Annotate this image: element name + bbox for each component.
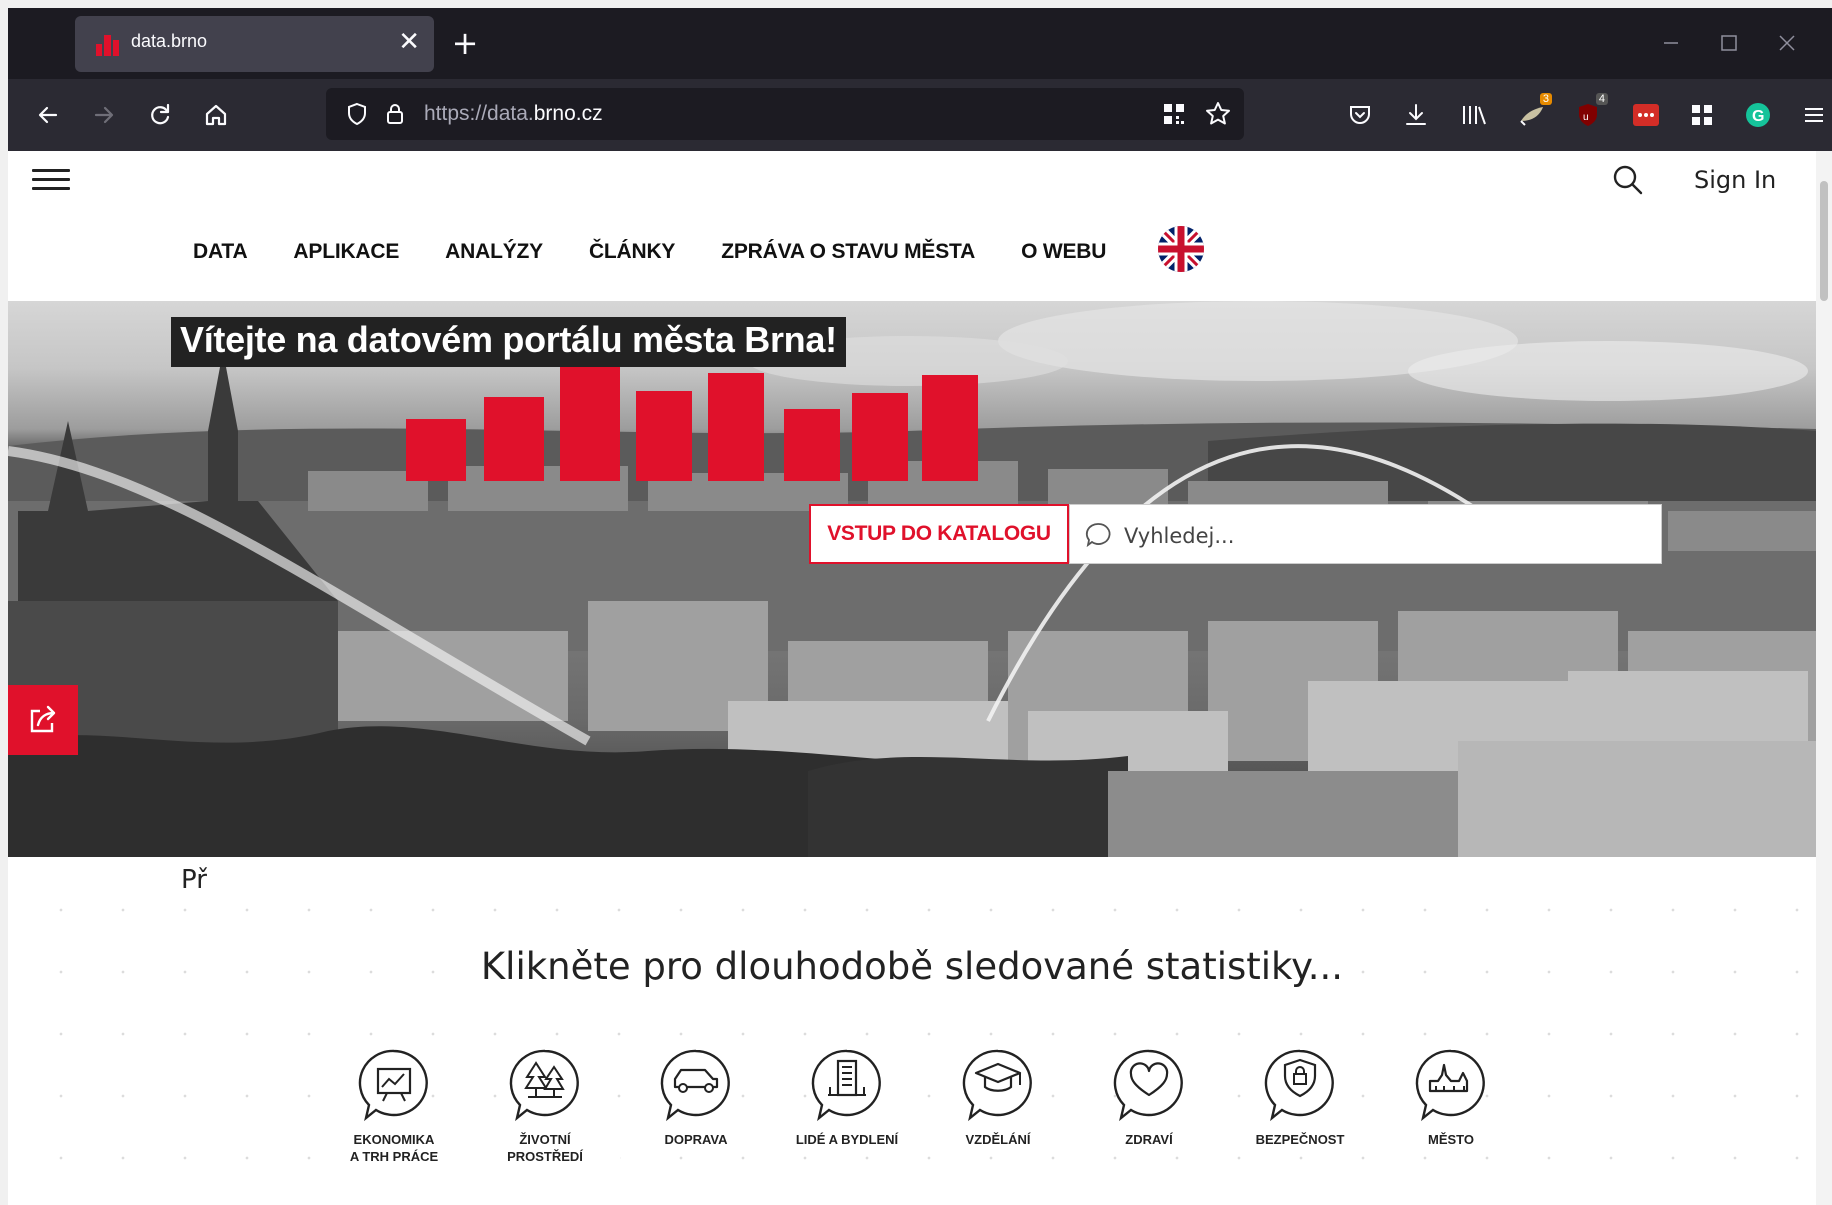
home-icon[interactable] [198,97,234,133]
hero-banner: Vítejte na datovém portálu města Brna! V… [8,301,1816,857]
svg-text:G: G [1752,108,1764,125]
nav-item-analyzy[interactable]: ANALÝZY [445,240,543,264]
lock-icon[interactable] [380,99,410,129]
nav-item-zprava-o-stavu-mesta[interactable]: ZPRÁVA O STAVU MĚSTA [721,240,975,264]
category-ekonomika[interactable]: EKONOMIKA A TRH PRÁCE [319,1047,469,1165]
url-text[interactable]: https://data.brno.cz [424,102,603,126]
category-label: MĚSTO [1376,1131,1526,1148]
sign-in-link[interactable]: Sign In [1694,166,1776,194]
heart-icon [1113,1049,1183,1122]
grammarly-icon[interactable]: G [1740,97,1776,133]
share-icon [30,705,56,733]
back-icon[interactable] [30,97,66,133]
english-language-flag-icon[interactable] [1158,226,1204,272]
new-tab-button[interactable]: + [448,26,482,60]
category-zivotni-prostredi[interactable]: ŽIVOTNÍ PROSTŘEDÍ [470,1047,620,1165]
download-icon[interactable] [1398,97,1434,133]
browser-window: data.brno ✕ + https://data.brno.cz 3 u 4… [8,8,1832,1205]
forward-icon[interactable] [86,97,122,133]
url-bar[interactable]: https://data.brno.cz [326,88,1244,140]
trees-icon [509,1049,579,1122]
nav-item-clanky[interactable]: ČLÁNKY [589,240,675,264]
extension-badge: 3 [1539,93,1552,105]
category-label: VZDĚLÁNÍ [923,1131,1073,1148]
category-label: BEZPEČNOST [1225,1131,1375,1148]
category-label: LIDÉ A BYDLENÍ [772,1131,922,1148]
category-label: ZDRAVÍ [1074,1131,1224,1148]
hero-title: Vítejte na datovém portálu města Brna! [171,317,846,367]
share-button[interactable] [8,685,78,755]
category-label: ŽIVOTNÍ PROSTŘEDÍ [470,1131,620,1165]
pocket-icon[interactable] [1342,97,1378,133]
qr-code-icon[interactable] [1159,99,1189,129]
category-lide-a-bydleni[interactable]: LIDÉ A BYDLENÍ [772,1047,922,1148]
brno-cityscape-image [8,301,1816,857]
partial-text: Př [181,865,207,895]
page-viewport: Sign In DATA APLIKACE ANALÝZY ČLÁNKY ZPR… [8,151,1816,1205]
extension-reader-icon[interactable]: 3 [1514,93,1552,133]
scrollbar-thumb[interactable] [1820,181,1828,301]
tracking-protection-shield-icon[interactable] [342,99,372,129]
lastpass-icon[interactable] [1628,97,1664,133]
category-vzdelani[interactable]: VZDĚLÁNÍ [923,1047,1073,1148]
category-doprava[interactable]: DOPRAVA [621,1047,771,1148]
app-menu-icon[interactable] [1796,97,1832,133]
reload-icon[interactable] [142,97,178,133]
ublock-icon[interactable]: u 4 [1570,93,1608,133]
page-scrollbar[interactable] [1816,151,1832,1205]
library-icon[interactable] [1456,97,1492,133]
search-bubble-icon [1085,523,1111,548]
main-navigation: DATA APLIKACE ANALÝZY ČLÁNKY ZPRÁVA O ST… [193,237,1152,267]
search-icon[interactable] [1611,163,1645,197]
tab-title: data.brno [131,31,208,51]
extension-badge: 4 [1595,93,1608,105]
category-mesto[interactable]: MĚSTO [1376,1047,1526,1148]
minimize-icon[interactable] [1656,28,1686,58]
graduation-cap-icon [962,1049,1032,1122]
statistics-section: Př Klikněte pro dlouhodobě sledované sta… [8,857,1816,1205]
catalog-search-box[interactable] [1069,504,1662,564]
nav-item-o-webu[interactable]: O WEBU [1021,240,1106,264]
extensions-grid-icon[interactable] [1684,97,1720,133]
navigation-toolbar: https://data.brno.cz 3 u 4 G [8,79,1832,151]
chart-board-icon [358,1049,428,1122]
hamburger-menu-icon[interactable] [32,163,70,197]
category-label: DOPRAVA [621,1131,771,1148]
browser-tab[interactable]: data.brno ✕ [75,16,434,72]
close-window-icon[interactable] [1772,28,1802,58]
category-label: EKONOMIKA A TRH PRÁCE [319,1131,469,1165]
category-bezpecnost[interactable]: BEZPEČNOST [1225,1047,1375,1148]
bookmark-star-icon[interactable] [1203,99,1233,129]
statistics-heading: Klikněte pro dlouhodobě sledované statis… [8,945,1816,988]
shield-icon [1264,1049,1334,1122]
maximize-icon[interactable] [1714,28,1744,58]
nav-item-aplikace[interactable]: APLIKACE [293,240,399,264]
building-icon [811,1049,881,1122]
car-icon [660,1049,730,1122]
castle-icon [1415,1049,1485,1122]
catalog-search-input[interactable] [1122,519,1646,553]
category-zdravi[interactable]: ZDRAVÍ [1074,1047,1224,1148]
close-tab-icon[interactable]: ✕ [398,26,420,58]
catalog-entry-button[interactable]: VSTUP DO KATALOGU [809,504,1069,564]
nav-item-data[interactable]: DATA [193,240,248,264]
svg-text:u: u [1583,112,1589,123]
tab-strip: data.brno ✕ + [8,8,1832,79]
data-brno-favicon-icon [96,35,119,56]
